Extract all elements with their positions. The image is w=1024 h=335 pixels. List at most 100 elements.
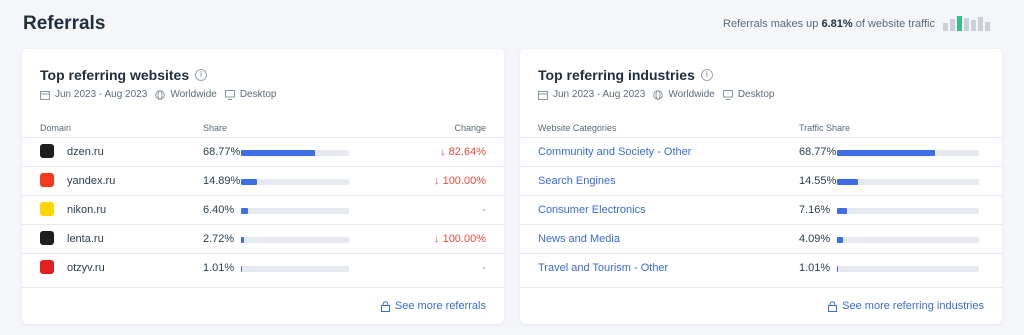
calendar-icon — [538, 90, 548, 100]
category-link[interactable]: Consumer Electronics — [538, 204, 646, 216]
category-link[interactable]: News and Media — [538, 233, 620, 245]
change-value: ↓ 100.00% — [434, 233, 486, 245]
industries-card-footer: See more referring industries — [520, 287, 1002, 324]
column-category: Website Categories — [538, 123, 617, 133]
share-value: 7.16% — [799, 204, 831, 216]
share-bar-fill — [837, 150, 935, 156]
see-more-referrals-label: See more referrals — [394, 300, 486, 312]
share-value: 14.89% — [203, 175, 241, 187]
lock-icon — [380, 300, 390, 312]
domain-name[interactable]: lenta.ru — [67, 233, 104, 245]
websites-card-title: Top referring websites i — [40, 67, 208, 83]
industries-card-title: Top referring industries i — [538, 67, 713, 83]
share-bar-fill — [241, 150, 316, 156]
share-bar — [837, 208, 979, 214]
share-bar — [241, 237, 349, 243]
domain-name[interactable]: nikon.ru — [67, 204, 106, 216]
desktop-icon — [224, 89, 235, 100]
traffic-note-value: 6.81% — [821, 17, 853, 30]
change-value: - — [482, 262, 486, 274]
yandex-icon — [40, 173, 54, 187]
table-row[interactable]: Search Engines 14.55% — [520, 166, 1002, 195]
see-more-industries-link[interactable]: See more referring industries — [828, 300, 984, 312]
domain-name[interactable]: otzyv.ru — [67, 262, 105, 274]
table-row[interactable]: otzyv.ru 1.01% - — [22, 253, 504, 282]
column-traffic-share: Traffic Share — [799, 123, 851, 133]
table-row[interactable]: lenta.ru 2.72% ↓ 100.00% — [22, 224, 504, 253]
category-link[interactable]: Search Engines — [538, 175, 616, 187]
region-label: Worldwide — [668, 89, 715, 100]
share-value: 2.72% — [203, 233, 235, 245]
share-value: 4.09% — [799, 233, 831, 245]
region-label: Worldwide — [170, 89, 217, 100]
see-more-referrals-link[interactable]: See more referrals — [380, 300, 486, 312]
websites-meta: Jun 2023 - Aug 2023 Worldwide Desktop — [40, 89, 277, 100]
nikon-icon — [40, 202, 54, 216]
globe-icon — [155, 89, 166, 100]
websites-card-footer: See more referrals — [22, 287, 504, 324]
info-icon[interactable]: i — [195, 69, 208, 81]
mini-bar — [964, 18, 969, 31]
traffic-note-suffix: of website traffic — [855, 17, 935, 30]
share-bar — [241, 208, 349, 214]
share-value: 68.77% — [799, 146, 837, 158]
info-icon[interactable]: i — [700, 69, 713, 81]
mini-bar — [978, 17, 983, 31]
category-link[interactable]: Community and Society - Other — [538, 146, 691, 158]
industries-title-text: Top referring industries — [538, 67, 695, 83]
websites-table-header: Domain Share Change — [22, 121, 504, 137]
globe-icon — [653, 89, 664, 100]
share-bar-fill — [837, 179, 858, 185]
share-bar-fill — [837, 266, 839, 272]
table-row[interactable]: Consumer Electronics 7.16% — [520, 195, 1002, 224]
date-range: Jun 2023 - Aug 2023 — [553, 89, 646, 100]
share-bar — [837, 266, 979, 272]
share-bar-fill — [241, 179, 258, 185]
date-range: Jun 2023 - Aug 2023 — [55, 89, 148, 100]
share-value: 68.77% — [203, 146, 241, 158]
share-bar-fill — [837, 208, 848, 214]
calendar-icon — [40, 90, 50, 100]
page-title: Referrals — [23, 13, 106, 34]
change-value: - — [482, 204, 486, 216]
column-domain: Domain — [40, 123, 72, 133]
column-change: Change — [454, 123, 486, 133]
category-link[interactable]: Travel and Tourism - Other — [538, 262, 668, 274]
table-row[interactable]: Community and Society - Other 68.77% — [520, 137, 1002, 166]
mini-bar — [971, 20, 976, 31]
industries-table-header: Website Categories Traffic Share — [520, 121, 1002, 137]
domain-name[interactable]: yandex.ru — [67, 175, 115, 187]
share-bar — [241, 266, 349, 272]
change-value: ↓ 82.64% — [440, 146, 486, 158]
domain-name[interactable]: dzen.ru — [67, 146, 104, 158]
device-label: Desktop — [239, 89, 277, 100]
industries-meta: Jun 2023 - Aug 2023 Worldwide Desktop — [538, 89, 775, 100]
traffic-share-note: Referrals makes up 6.81% of website traf… — [723, 16, 990, 31]
table-row[interactable]: dzen.ru 68.77% ↓ 82.64% — [22, 137, 504, 166]
websites-title-text: Top referring websites — [40, 67, 190, 83]
share-bar-fill — [241, 208, 248, 214]
share-bar — [837, 237, 979, 243]
share-bar-fill — [837, 237, 843, 243]
share-value: 6.40% — [203, 204, 235, 216]
traffic-mini-chart — [943, 16, 990, 31]
column-share: Share — [203, 123, 228, 133]
traffic-note-prefix: Referrals makes up — [723, 17, 819, 30]
share-bar — [241, 150, 349, 156]
see-more-industries-label: See more referring industries — [842, 300, 984, 312]
change-value: ↓ 100.00% — [434, 175, 486, 187]
mini-bar — [985, 22, 990, 31]
dzen-icon — [40, 144, 54, 158]
share-bar — [241, 179, 349, 185]
top-referring-industries-card: Top referring industries i Jun 2023 - Au… — [520, 49, 1002, 324]
table-row[interactable]: yandex.ru 14.89% ↓ 100.00% — [22, 166, 504, 195]
mini-bar — [950, 19, 955, 31]
table-row[interactable]: News and Media 4.09% — [520, 224, 1002, 253]
share-value: 1.01% — [203, 262, 235, 274]
table-row[interactable]: nikon.ru 6.40% - — [22, 195, 504, 224]
top-referring-websites-card: Top referring websites i Jun 2023 - Aug … — [22, 49, 504, 324]
table-row[interactable]: Travel and Tourism - Other 1.01% — [520, 253, 1002, 282]
share-bar — [837, 150, 979, 156]
share-bar — [837, 179, 979, 185]
traffic-note-text: Referrals makes up 6.81% of website traf… — [723, 18, 935, 30]
